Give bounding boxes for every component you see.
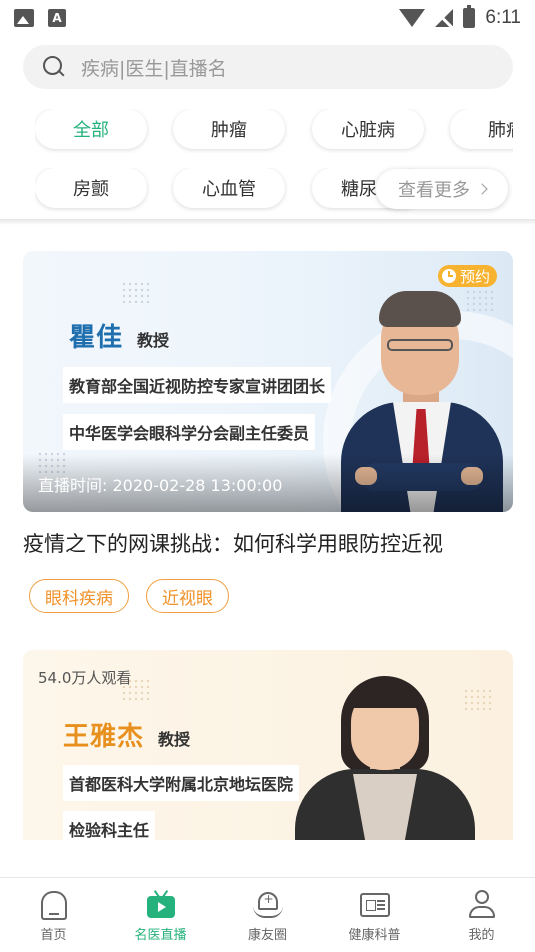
view-more-label: 查看更多 <box>398 180 470 201</box>
view-more-button[interactable]: 查看更多 <box>376 169 508 209</box>
topic-tag[interactable]: 近视眼 <box>146 579 229 613</box>
nav-item-home[interactable]: 首页 <box>0 878 107 952</box>
status-time: 6:11 <box>485 7 521 28</box>
status-bar: A 6:11 <box>0 0 535 36</box>
doctor-affiliation: 首都医科大学附属北京地坛医院 <box>63 765 300 801</box>
image-notification-icon <box>14 9 34 27</box>
badge-label: 预约 <box>459 267 490 286</box>
category-chip-tumor[interactable]: 肿瘤 <box>173 109 285 149</box>
doctor-affiliation: 教育部全国近视防控专家宣讲团团长 <box>63 367 332 403</box>
live-time: 直播时间: 2020-02-28 13:00:00 <box>38 476 283 495</box>
nav-label: 康友圈 <box>247 928 287 943</box>
nav-item-live[interactable]: 名医直播 <box>107 878 214 952</box>
heart-hands-icon <box>252 890 283 920</box>
live-card-banner[interactable]: 54.0万人观看 王雅杰 教授 首都医科大学附属北京地坛医院 检验科主任 <box>23 650 513 840</box>
filter-divider-shadow <box>0 219 535 225</box>
doctor-name-row: 瞿佳 教授 <box>69 317 169 354</box>
doctor-title: 教授 <box>137 331 170 350</box>
chevron-right-icon <box>476 183 488 195</box>
doctor-name: 瞿佳 <box>69 323 124 353</box>
nav-item-community[interactable]: 康友圈 <box>214 878 321 952</box>
category-chip-heart-disease[interactable]: 心脏病 <box>312 109 424 149</box>
nav-label: 健康科普 <box>348 928 401 943</box>
doctor-affiliation: 中华医学会眼科学分会副主任委员 <box>63 414 316 450</box>
doctor-affiliation: 检验科主任 <box>63 811 156 840</box>
doctor-title: 教授 <box>158 730 191 749</box>
wifi-icon <box>399 9 426 27</box>
topic-tag[interactable]: 眼科疾病 <box>29 579 129 613</box>
search-icon <box>43 56 65 78</box>
home-icon <box>39 890 69 920</box>
nav-label: 首页 <box>40 928 67 943</box>
a-notification-icon: A <box>48 9 66 27</box>
live-title[interactable]: 疫情之下的网课挑战：如何科学用眼防控近视 <box>23 528 443 558</box>
nav-label: 我的 <box>468 928 495 943</box>
nav-item-health-science[interactable]: 健康科普 <box>321 878 428 952</box>
category-row-1: 全部 肿瘤 心脏病 肺病 <box>35 109 513 153</box>
news-card-icon <box>359 890 390 920</box>
doctor-name-row: 王雅杰 教授 <box>63 716 190 753</box>
clock-icon <box>441 269 456 283</box>
category-chip-atrial-fibrillation[interactable]: 房颤 <box>35 168 147 208</box>
no-signal-icon <box>435 9 454 27</box>
bottom-nav: 首页 名医直播 康友圈 健康科普 我的 <box>0 877 535 952</box>
tv-play-icon <box>146 890 176 920</box>
nav-item-profile[interactable]: 我的 <box>428 878 535 952</box>
nav-label: 名医直播 <box>134 928 187 943</box>
reservation-badge[interactable]: 预约 <box>437 265 497 287</box>
user-icon <box>467 890 497 920</box>
viewer-count: 54.0万人观看 <box>38 669 132 687</box>
doctor-portrait <box>295 674 475 840</box>
search-placeholder: 疾病|医生|直播名 <box>81 57 227 80</box>
battery-charging-icon <box>463 5 476 28</box>
category-chip-cardiovascular[interactable]: 心血管 <box>173 168 285 208</box>
decorative-dots <box>121 281 153 303</box>
category-chip-all[interactable]: 全部 <box>35 109 147 149</box>
doctor-name: 王雅杰 <box>63 722 145 752</box>
live-card-banner[interactable]: 瞿佳 教授 教育部全国近视防控专家宣讲团团长 中华医学会眼科学分会副主任委员 预… <box>23 251 513 512</box>
search-bar[interactable]: 疾病|医生|直播名 <box>23 45 513 89</box>
category-chip-lung-disease[interactable]: 肺病 <box>450 109 513 149</box>
